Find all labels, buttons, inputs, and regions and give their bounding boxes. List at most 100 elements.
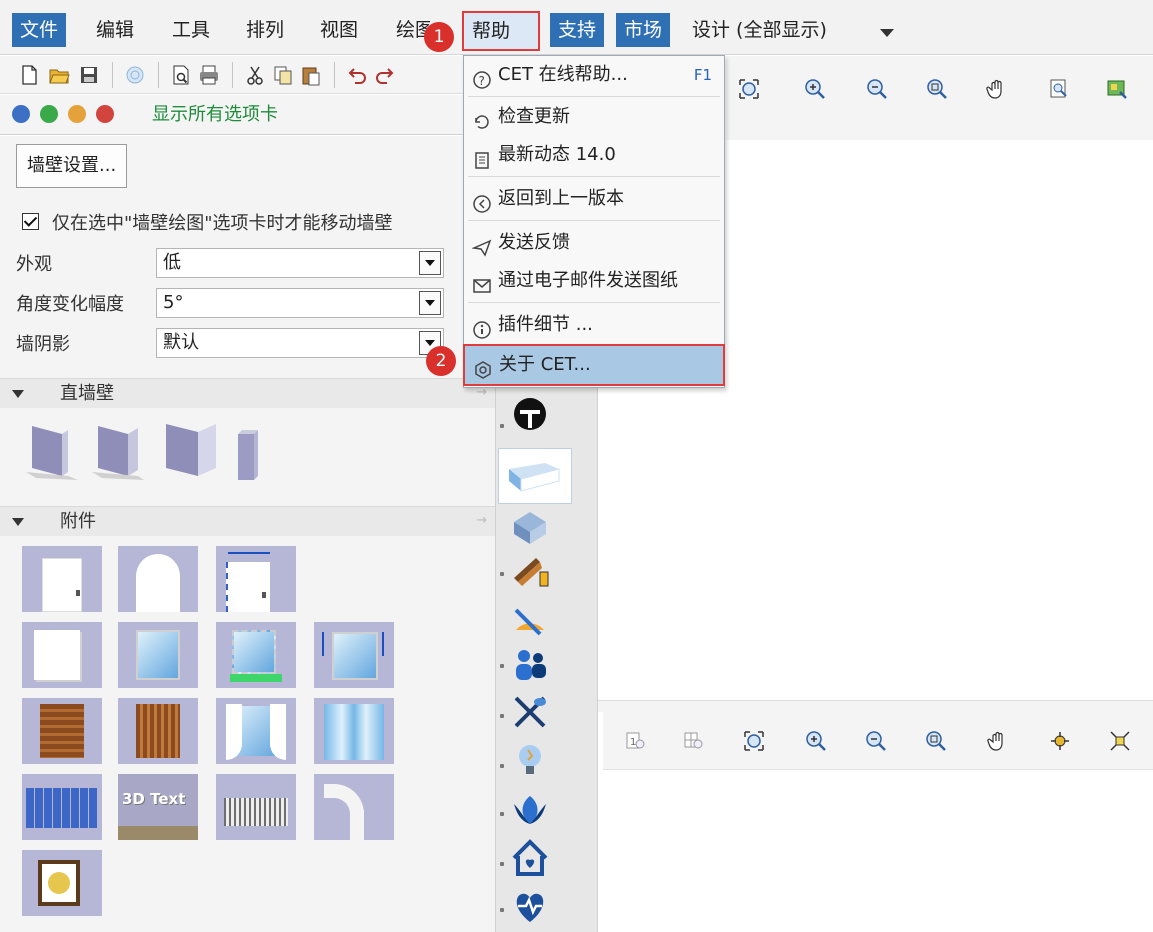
- tab-nav-orange-icon[interactable]: [68, 105, 86, 123]
- print-preview-icon[interactable]: [170, 64, 192, 86]
- sheer-curtain-tile[interactable]: [314, 698, 394, 764]
- redo-icon[interactable]: [374, 64, 396, 86]
- view-splitter[interactable]: [598, 700, 1153, 712]
- tool-tab-strip: [495, 318, 598, 932]
- collapse-triangle-icon[interactable]: [12, 390, 24, 398]
- menu-file[interactable]: 文件: [12, 13, 67, 47]
- menu-item-revert-version[interactable]: 返回到上一版本: [464, 180, 724, 218]
- cut-icon[interactable]: [244, 64, 266, 86]
- menu-edit[interactable]: 编辑: [88, 13, 142, 47]
- tab-nav-blue-icon[interactable]: [12, 105, 30, 123]
- wall-drawing-tab-icon[interactable]: [498, 448, 572, 504]
- straight-wall-tile-2[interactable]: [88, 420, 148, 485]
- pipe-tile[interactable]: [314, 774, 394, 840]
- door-tile[interactable]: [22, 546, 102, 612]
- design-selector[interactable]: 设计 (全部显示): [684, 13, 835, 47]
- menu-arrange[interactable]: 排列: [238, 13, 292, 47]
- radiator-tile[interactable]: [216, 774, 296, 840]
- appearance-select[interactable]: 低: [156, 248, 444, 278]
- zoom-in-icon[interactable]: [805, 730, 827, 752]
- web-icon[interactable]: [124, 64, 146, 86]
- kitchen-tools-icon[interactable]: [510, 692, 550, 732]
- zoom-plan-icon[interactable]: [1106, 78, 1128, 100]
- angle-step-select[interactable]: 5°: [156, 288, 444, 318]
- chevron-down-icon[interactable]: [419, 251, 441, 275]
- 3d-text-tile[interactable]: 3D Text: [118, 774, 198, 840]
- building-icon[interactable]: [510, 506, 550, 546]
- wall-shadow-value: 默认: [163, 332, 199, 353]
- people-icon[interactable]: [510, 644, 550, 684]
- zoom-one-icon[interactable]: 1: [625, 730, 647, 752]
- menu-help[interactable]: 帮助: [462, 11, 540, 51]
- zoom-in-icon[interactable]: [804, 78, 826, 100]
- wall-shadow-select[interactable]: 默认: [156, 328, 444, 358]
- undo-icon[interactable]: [346, 64, 368, 86]
- straight-wall-tile-4[interactable]: [228, 428, 268, 487]
- attachments-section-header[interactable]: 附件 →: [0, 506, 495, 536]
- window-height-tile[interactable]: [314, 622, 394, 688]
- menu-item-email-drawing[interactable]: 通过电子邮件发送图纸: [464, 262, 724, 300]
- menu-item-plugin-details[interactable]: 插件细节 ...: [464, 306, 724, 344]
- zoom-out-icon[interactable]: [865, 730, 887, 752]
- menu-item-online-help[interactable]: ? CET 在线帮助... F1: [464, 56, 724, 94]
- pin-arrow-icon[interactable]: →: [476, 513, 487, 528]
- zoom-page-icon[interactable]: [1048, 78, 1070, 100]
- door-width-tile[interactable]: [216, 546, 296, 612]
- zoom-window-icon[interactable]: [926, 78, 948, 100]
- tile-grid-tile[interactable]: [22, 774, 102, 840]
- collapse-triangle-icon[interactable]: [12, 518, 24, 526]
- copy-icon[interactable]: [272, 64, 294, 86]
- save-icon[interactable]: [78, 64, 100, 86]
- pan-hand-icon[interactable]: [987, 730, 1009, 752]
- wall-settings-button[interactable]: 墙壁设置...: [16, 144, 128, 188]
- health-heart-icon[interactable]: [510, 886, 550, 926]
- tab-nav-green-icon[interactable]: [40, 105, 58, 123]
- design-dropdown-icon[interactable]: [880, 29, 894, 37]
- plants-icon[interactable]: [510, 790, 550, 830]
- pan-hand-icon[interactable]: [986, 78, 1008, 100]
- menu-support[interactable]: 支持: [550, 13, 605, 47]
- step-callout-2: 2: [426, 346, 456, 376]
- menu-draw[interactable]: 绘图: [388, 13, 430, 47]
- home-heart-icon[interactable]: [510, 838, 550, 878]
- lighting-icon[interactable]: [510, 740, 550, 780]
- fast-tools-icon[interactable]: [510, 394, 550, 434]
- menu-item-about-cet[interactable]: 关于 CET...: [463, 344, 725, 386]
- menu-market[interactable]: 市场: [616, 13, 671, 47]
- zoom-window-icon[interactable]: [925, 730, 947, 752]
- menu-item-check-updates[interactable]: 检查更新: [464, 98, 724, 136]
- vertical-blind-tile[interactable]: [118, 698, 198, 764]
- window-plain-tile[interactable]: [22, 622, 102, 688]
- new-file-icon[interactable]: [18, 64, 40, 86]
- move-walls-checkbox[interactable]: [22, 213, 39, 230]
- orbit-icon[interactable]: [1049, 730, 1071, 752]
- svg-text:1: 1: [630, 737, 636, 748]
- window-sill-tile[interactable]: [216, 622, 296, 688]
- open-folder-icon[interactable]: [48, 64, 70, 86]
- straight-wall-tile-1[interactable]: [22, 420, 82, 485]
- zoom-grid-icon[interactable]: [683, 730, 705, 752]
- fit-all-icon[interactable]: [1109, 730, 1131, 752]
- chevron-down-icon[interactable]: [419, 291, 441, 315]
- zoom-extents-icon[interactable]: [738, 78, 760, 100]
- menu-item-send-feedback[interactable]: 发送反馈: [464, 224, 724, 262]
- print-icon[interactable]: [198, 64, 220, 86]
- materials-icon[interactable]: [510, 552, 550, 592]
- menu-tools[interactable]: 工具: [164, 13, 218, 47]
- straight-wall-tile-3[interactable]: [158, 420, 222, 485]
- tab-nav-red-icon[interactable]: [96, 105, 114, 123]
- about-icon: [473, 356, 493, 379]
- venetian-blind-tile[interactable]: [22, 698, 102, 764]
- zoom-extents-icon[interactable]: [743, 730, 765, 752]
- paste-icon[interactable]: [300, 64, 322, 86]
- menu-view[interactable]: 视图: [312, 13, 366, 47]
- menu-item-whats-new[interactable]: 最新动态 14.0: [464, 136, 724, 174]
- zoom-out-icon[interactable]: [866, 78, 888, 100]
- picture-frame-tile[interactable]: [22, 850, 102, 916]
- measure-tools-icon[interactable]: [510, 600, 550, 640]
- arched-opening-tile[interactable]: [118, 546, 198, 612]
- show-all-tabs-link[interactable]: 显示所有选项卡: [152, 101, 278, 129]
- window-glass-tile[interactable]: [118, 622, 198, 688]
- curtain-tile[interactable]: [216, 698, 296, 764]
- straight-walls-section-header[interactable]: 直墙壁 →: [0, 378, 495, 408]
